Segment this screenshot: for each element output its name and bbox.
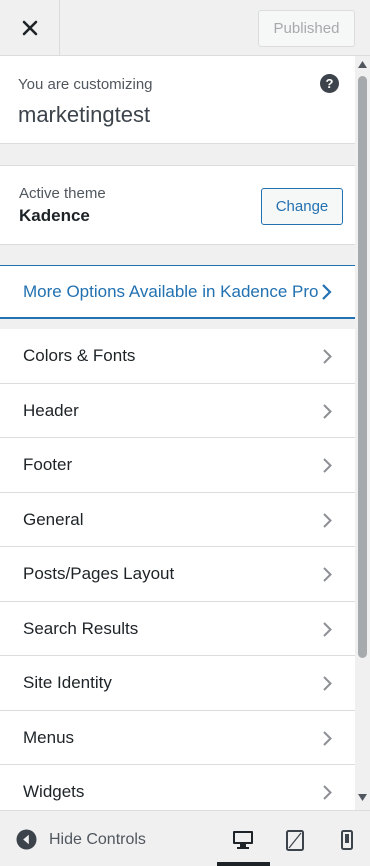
hide-controls-button[interactable]: Hide Controls (16, 829, 146, 850)
scroll-down-arrow-icon[interactable] (358, 794, 367, 801)
collapse-arrow-icon (16, 829, 37, 850)
customize-info: You are customizing marketingtest ? (0, 56, 355, 144)
customizer-header: Published (0, 0, 370, 56)
active-theme-name: Kadence (19, 206, 90, 225)
chevron-right-icon (323, 621, 332, 637)
device-mobile-button[interactable] (335, 828, 359, 852)
section-label: Widgets (23, 782, 85, 801)
customizing-label: You are customizing (18, 76, 153, 93)
site-title: marketingtest (18, 102, 151, 127)
change-theme-button[interactable]: Change (261, 188, 343, 225)
chevron-right-icon (323, 403, 332, 419)
section-label: Footer (23, 455, 73, 474)
section-menus[interactable]: Menus (0, 710, 355, 765)
section-label: Posts/Pages Layout (23, 564, 175, 583)
section-widgets[interactable]: Widgets (0, 765, 355, 810)
section-site-identity[interactable]: Site Identity (0, 656, 355, 711)
section-general[interactable]: General (0, 492, 355, 547)
active-theme-label: Active theme (19, 185, 106, 202)
section-list: Colors & Fonts Header Footer General Pos… (0, 329, 355, 810)
tablet-icon (286, 829, 304, 851)
desktop-icon (233, 831, 253, 849)
scrollbar-thumb[interactable] (358, 76, 367, 658)
chevron-right-icon (323, 567, 332, 582)
section-label: Header (23, 400, 79, 420)
chevron-right-icon (323, 349, 332, 364)
section-search-results[interactable]: Search Results (0, 601, 355, 656)
customizer-panel: You are customizing marketingtest ? Acti… (0, 56, 355, 810)
device-desktop-button[interactable] (231, 828, 255, 852)
active-theme-section: Active theme Kadence Change (0, 165, 355, 245)
section-header[interactable]: Header (0, 383, 355, 438)
section-label: Menus (23, 727, 75, 747)
pro-options-label: More Options Available in Kadence Pro (23, 282, 319, 301)
pro-options-link[interactable]: More Options Available in Kadence Pro (0, 265, 355, 319)
mobile-icon (341, 830, 353, 850)
device-tablet-button[interactable] (283, 828, 307, 852)
scroll-up-arrow-icon[interactable] (358, 61, 367, 68)
chevron-right-icon (323, 730, 332, 746)
section-label: General (23, 509, 84, 529)
section-label: Colors & Fonts (23, 346, 136, 365)
chevron-right-icon (323, 785, 332, 800)
section-label: Search Results (23, 618, 139, 638)
active-device-indicator (217, 862, 270, 866)
close-button[interactable] (0, 0, 60, 56)
hide-controls-label: Hide Controls (49, 830, 146, 848)
customizer-footer: Hide Controls (0, 810, 370, 866)
section-label: Site Identity (23, 673, 112, 692)
chevron-right-icon (322, 284, 332, 300)
section-colors-fonts[interactable]: Colors & Fonts (0, 329, 355, 384)
close-icon (22, 20, 37, 36)
scrollbar[interactable] (355, 56, 370, 810)
help-icon[interactable]: ? (320, 74, 339, 93)
published-button[interactable]: Published (258, 10, 355, 47)
chevron-right-icon (323, 676, 332, 691)
section-footer[interactable]: Footer (0, 438, 355, 493)
chevron-right-icon (323, 512, 332, 528)
chevron-right-icon (323, 458, 332, 473)
section-posts-pages-layout[interactable]: Posts/Pages Layout (0, 547, 355, 602)
